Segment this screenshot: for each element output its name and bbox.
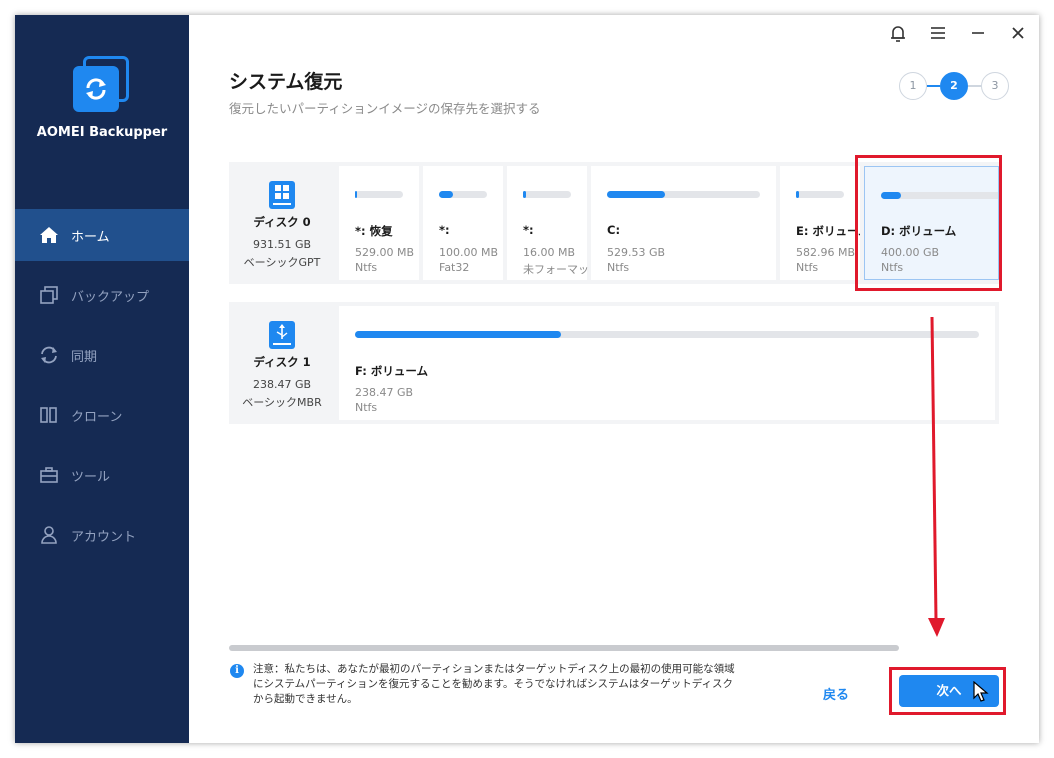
mouse-cursor-icon <box>973 681 989 702</box>
app-window: AOMEI Backupper ホーム バックアップ 同期 クローン ツール ア… <box>15 15 1039 743</box>
annotation-arrow-icon <box>928 316 945 637</box>
